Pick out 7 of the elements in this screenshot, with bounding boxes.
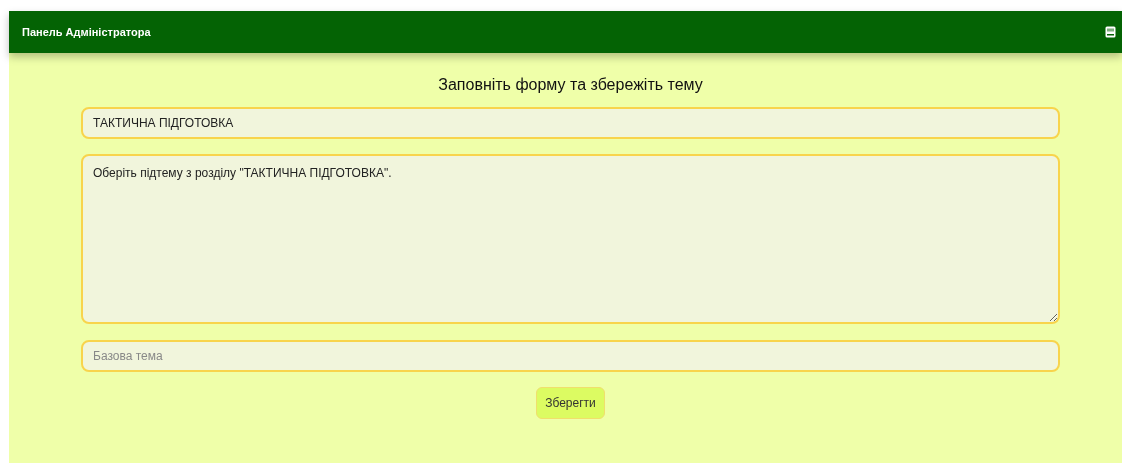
form-heading: Заповніть форму та збережіть тему xyxy=(438,76,703,94)
save-button[interactable]: Зберегти xyxy=(536,387,605,419)
base-topic-field[interactable]: Базова тема xyxy=(81,340,1060,372)
menu-icon[interactable] xyxy=(1105,26,1116,38)
title-field[interactable]: ТАКТИЧНА ПІДГОТОВКА xyxy=(81,107,1060,139)
admin-panel-title: Панель Адміністратора xyxy=(22,26,151,38)
description-field[interactable]: Оберіть підтему з розділу "ТАКТИЧНА ПІДГОТОВКА". xyxy=(81,154,1060,324)
